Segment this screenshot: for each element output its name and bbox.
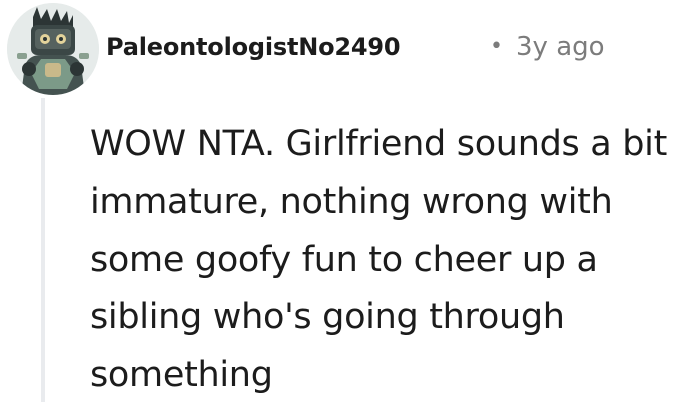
user-avatar[interactable] bbox=[7, 3, 99, 95]
separator-dot: • bbox=[490, 34, 503, 59]
comment: PaleontologistNo2490 • 3y ago WOW NTA. G… bbox=[0, 0, 700, 402]
comment-body: WOW NTA. Girlfriend sounds a bit immatur… bbox=[90, 124, 667, 396]
comment-timestamp[interactable]: 3y ago bbox=[516, 28, 605, 66]
robot-avatar-icon bbox=[7, 3, 99, 95]
comment-author[interactable]: PaleontologistNo2490 bbox=[106, 28, 401, 66]
thread-line[interactable] bbox=[41, 98, 45, 402]
